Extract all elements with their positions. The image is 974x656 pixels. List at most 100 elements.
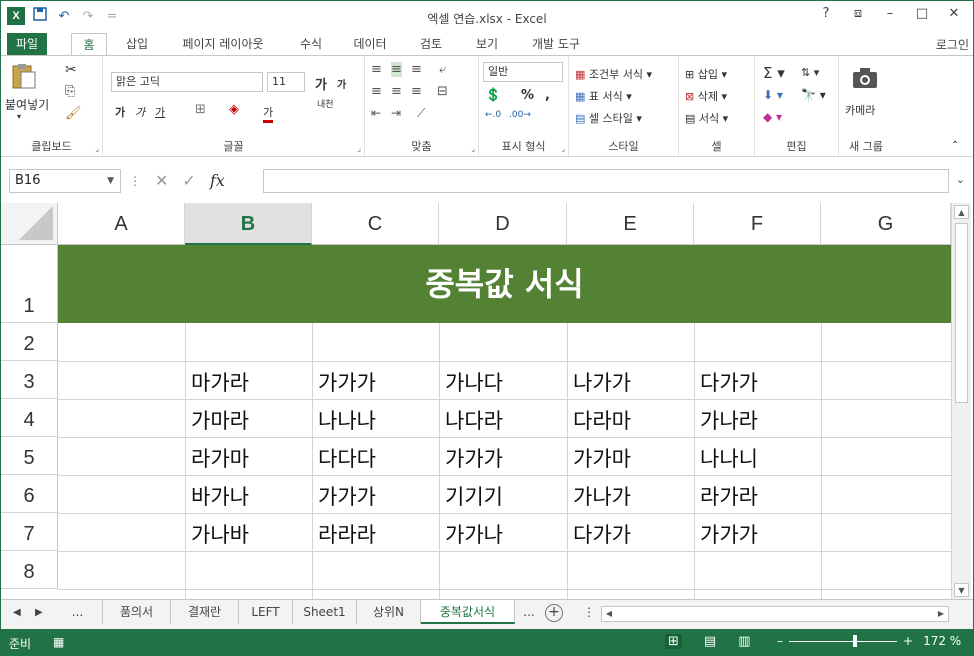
- cell-c3[interactable]: 가가가: [312, 367, 376, 397]
- align-left-icon[interactable]: ≡: [371, 84, 382, 99]
- sheet-tab-2[interactable]: 결재란: [171, 600, 239, 624]
- fill-icon[interactable]: ⬇ ▾: [763, 88, 783, 102]
- row-header-5[interactable]: 5: [1, 437, 58, 475]
- formula-input[interactable]: [263, 169, 949, 193]
- align-center-icon[interactable]: ≡: [391, 84, 402, 99]
- align-top-icon[interactable]: ≡: [371, 62, 382, 77]
- close-button[interactable]: ✕: [941, 6, 967, 21]
- decrease-decimal-icon[interactable]: .00→: [509, 110, 531, 120]
- zoom-slider[interactable]: [789, 634, 897, 647]
- scroll-left-icon[interactable]: ◀: [602, 607, 616, 621]
- column-header-d[interactable]: D: [439, 203, 567, 245]
- tab-data[interactable]: 데이터: [345, 33, 395, 55]
- camera-icon[interactable]: [851, 66, 881, 96]
- cell-d6[interactable]: 기기기: [439, 481, 503, 511]
- row-header-8[interactable]: 8: [1, 551, 58, 589]
- sheet-tab-5[interactable]: 상위N: [357, 600, 421, 624]
- cell-f5[interactable]: 나나니: [694, 443, 758, 473]
- cell-e7[interactable]: 다가가: [567, 519, 631, 549]
- alignment-launcher-icon[interactable]: ⌟: [471, 144, 475, 153]
- align-middle-icon[interactable]: ≡: [391, 62, 402, 77]
- increase-indent-icon[interactable]: ⇥: [391, 106, 401, 120]
- font-color-button[interactable]: 가: [263, 104, 274, 123]
- normal-view-icon[interactable]: ⊞: [665, 634, 682, 649]
- format-as-table-button[interactable]: ▦ 표 서식 ▾: [575, 88, 632, 104]
- delete-cells-button[interactable]: ⊠ 삭제 ▾: [685, 88, 727, 104]
- font-launcher-icon[interactable]: ⌟: [357, 144, 361, 153]
- row-header-6[interactable]: 6: [1, 475, 58, 513]
- tab-home[interactable]: 홈: [71, 33, 107, 56]
- next-sheet-icon[interactable]: ▶: [35, 607, 43, 618]
- tab-split-icon[interactable]: ⋮: [583, 605, 595, 619]
- fill-color-icon[interactable]: ◈: [229, 102, 239, 117]
- cell-d5[interactable]: 가가가: [439, 443, 503, 473]
- cell-e5[interactable]: 가가마: [567, 443, 631, 473]
- cell-styles-button[interactable]: ▤ 셀 스타일 ▾: [575, 110, 642, 126]
- column-header-c[interactable]: C: [312, 203, 439, 245]
- font-size-select[interactable]: 11: [267, 72, 305, 92]
- page-break-preview-icon[interactable]: ▥: [738, 634, 750, 649]
- row-header-2[interactable]: 2: [1, 323, 58, 361]
- decrease-indent-icon[interactable]: ⇤: [371, 106, 381, 120]
- merge-center-icon[interactable]: ⊟: [437, 84, 448, 99]
- accounting-format-icon[interactable]: 💲: [485, 88, 501, 103]
- row-header-3[interactable]: 3: [1, 361, 58, 399]
- bold-button[interactable]: 가: [115, 104, 125, 120]
- tab-view[interactable]: 보기: [467, 33, 507, 55]
- scroll-right-icon[interactable]: ▶: [934, 607, 948, 621]
- shrink-font-button[interactable]: 가: [337, 76, 346, 91]
- cell-b3[interactable]: 마가라: [185, 367, 249, 397]
- sheet-tab-1[interactable]: 품의서: [103, 600, 171, 624]
- cell-d3[interactable]: 가나다: [439, 367, 503, 397]
- help-button[interactable]: ?: [813, 6, 839, 21]
- cell-b6[interactable]: 바가나: [185, 481, 249, 511]
- tab-developer[interactable]: 개발 도구: [521, 33, 591, 55]
- name-box[interactable]: B16 ▼: [9, 169, 121, 193]
- sort-filter-icon[interactable]: ⇅ ▾: [801, 66, 819, 79]
- merged-title-cell[interactable]: 중복값 서식: [58, 245, 951, 323]
- column-header-g[interactable]: G: [821, 203, 951, 245]
- number-launcher-icon[interactable]: ⌟: [561, 144, 565, 153]
- sheet-tab-ellipsis-right[interactable]: ...: [515, 600, 543, 624]
- column-header-e[interactable]: E: [567, 203, 694, 245]
- ribbon-display-options-button[interactable]: ⧈: [845, 6, 871, 21]
- clipboard-launcher-icon[interactable]: ⌟: [95, 144, 99, 153]
- name-box-dropdown-icon[interactable]: ▼: [107, 170, 114, 192]
- cell-f6[interactable]: 라가라: [694, 481, 758, 511]
- cell-d4[interactable]: 나다라: [439, 405, 503, 435]
- font-name-select[interactable]: 맑은 고딕: [111, 72, 263, 92]
- sheet-tab-3[interactable]: LEFT: [239, 600, 293, 624]
- phonetic-guide-button[interactable]: 내천: [317, 100, 341, 110]
- sheet-tab-active[interactable]: 중복값서식: [421, 600, 515, 624]
- insert-cells-button[interactable]: ⊞ 삽입 ▾: [685, 66, 727, 82]
- cell-e3[interactable]: 나가가: [567, 367, 631, 397]
- percent-style-button[interactable]: %: [521, 88, 534, 103]
- autosum-icon[interactable]: Σ ▾: [763, 64, 785, 82]
- format-painter-icon[interactable]: 🖌: [65, 106, 82, 121]
- row-header-4[interactable]: 4: [1, 399, 58, 437]
- cell-d7[interactable]: 가가나: [439, 519, 503, 549]
- cell-b4[interactable]: 가마라: [185, 405, 249, 435]
- column-header-a[interactable]: A: [58, 203, 185, 245]
- increase-decimal-icon[interactable]: ←.0: [485, 110, 501, 120]
- vertical-scrollbar[interactable]: ▲ ▼: [951, 203, 971, 599]
- row-header-1[interactable]: 1: [1, 245, 58, 323]
- tab-file[interactable]: 파일: [7, 33, 47, 55]
- sign-in-link[interactable]: 로그인: [936, 36, 969, 53]
- zoom-in-icon[interactable]: +: [903, 634, 913, 648]
- italic-button[interactable]: 가: [135, 104, 145, 120]
- expand-formula-bar-icon[interactable]: ⌄: [956, 173, 965, 186]
- camera-button[interactable]: 카메라: [845, 102, 875, 118]
- cell-c7[interactable]: 라라라: [312, 519, 376, 549]
- vertical-scroll-thumb[interactable]: [955, 223, 968, 403]
- worksheet-grid[interactable]: A B C D E F G 1 2 3 4 5 6 7 8 중복값 서식 마가라…: [1, 203, 951, 599]
- cell-f4[interactable]: 가나라: [694, 405, 758, 435]
- tab-review[interactable]: 검토: [411, 33, 451, 55]
- sheet-tab-ellipsis-left[interactable]: ...: [53, 600, 103, 624]
- underline-button[interactable]: 가: [155, 104, 165, 120]
- cell-c4[interactable]: 나나나: [312, 405, 376, 435]
- cut-icon[interactable]: ✂: [65, 62, 77, 78]
- scroll-down-icon[interactable]: ▼: [954, 583, 969, 597]
- cell-b7[interactable]: 가나바: [185, 519, 249, 549]
- conditional-formatting-button[interactable]: ▦ 조건부 서식 ▾: [575, 66, 652, 82]
